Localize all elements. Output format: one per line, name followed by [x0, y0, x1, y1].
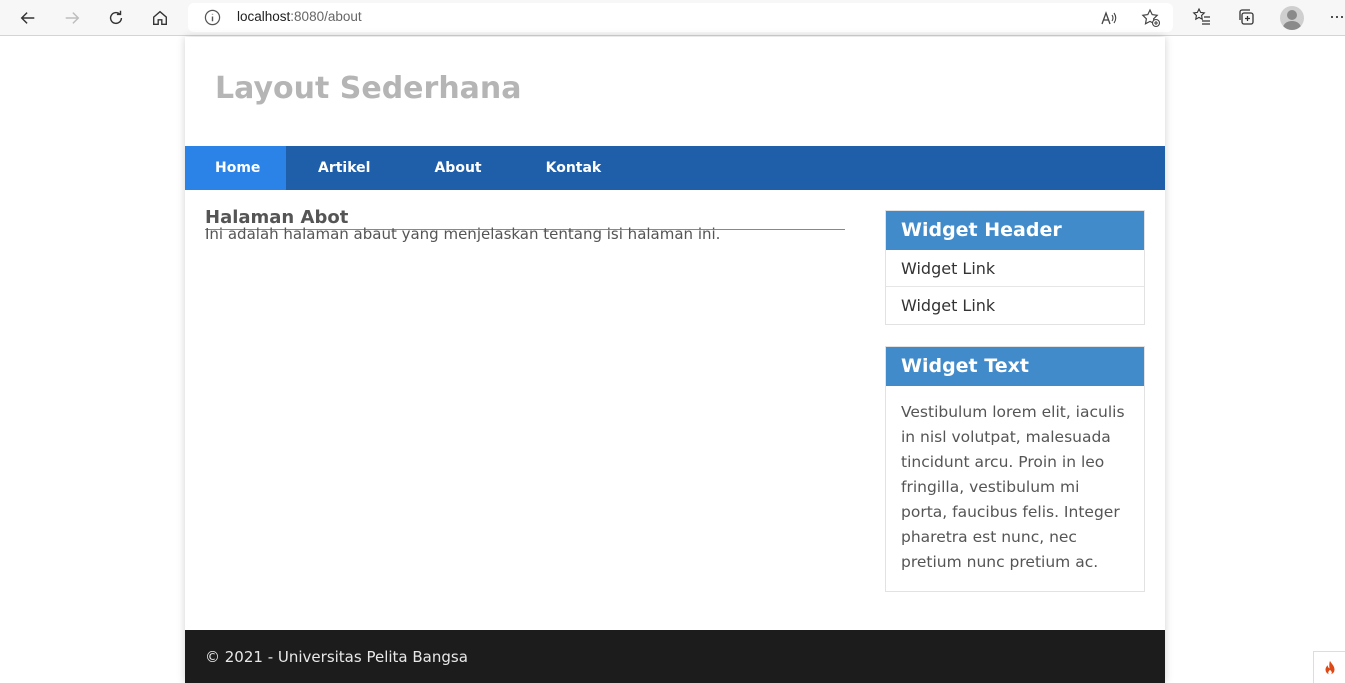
forward-button[interactable] — [59, 5, 85, 31]
main-content: Halaman Abot Ini adalah halaman abaut ya… — [205, 207, 845, 244]
codeigniter-debug-toolbar[interactable] — [1313, 651, 1345, 683]
address-bar[interactable]: localhost:8080/about — [188, 3, 1173, 32]
back-button[interactable] — [15, 5, 41, 31]
avatar-head — [1287, 10, 1297, 20]
page-body-text: Ini adalah halaman abaut yang menjelaska… — [205, 225, 721, 243]
home-button[interactable] — [147, 5, 173, 31]
read-aloud-icon[interactable] — [1100, 9, 1118, 27]
page-container: Layout Sederhana Home Artikel About Kont… — [185, 37, 1165, 683]
more-menu-icon[interactable]: ··· — [1329, 6, 1345, 27]
nav-home[interactable]: Home — [185, 146, 286, 190]
widget-text: Widget Text Vestibulum lorem elit, iacul… — [885, 346, 1145, 592]
arrow-left-icon — [20, 12, 35, 24]
home-icon — [153, 10, 167, 25]
widget-text-title: Widget Text — [886, 347, 1144, 386]
sidebar: Widget Header Widget Link Widget Link Wi… — [885, 210, 1145, 592]
add-favorite-icon[interactable] — [1141, 8, 1161, 28]
reload-button[interactable] — [103, 5, 129, 31]
widget-link-1[interactable]: Widget Link — [886, 250, 1144, 287]
main-navigation: Home Artikel About Kontak — [185, 146, 1165, 190]
site-footer: © 2021 - Universitas Pelita Bangsa — [185, 630, 1165, 683]
url-text[interactable]: localhost:8080/about — [237, 9, 362, 24]
info-icon[interactable] — [204, 9, 221, 26]
widget-text-body: Vestibulum lorem elit, iaculis in nisl v… — [901, 403, 1125, 571]
collections-icon — [1239, 9, 1254, 25]
widget-link-2[interactable]: Widget Link — [886, 287, 1144, 324]
avatar-body — [1283, 21, 1301, 30]
nav-artikel[interactable]: Artikel — [286, 146, 402, 190]
url-host: localhost — [237, 9, 291, 24]
nav-about[interactable]: About — [402, 146, 513, 190]
favorites-button[interactable] — [1191, 6, 1213, 28]
widget-header-title: Widget Header — [886, 211, 1144, 250]
site-title: Layout Sederhana — [215, 71, 522, 106]
flame-icon — [1325, 660, 1334, 674]
reload-icon — [109, 10, 123, 25]
widget-links: Widget Header Widget Link Widget Link — [885, 210, 1145, 325]
collections-button[interactable] — [1235, 6, 1257, 28]
profile-avatar[interactable] — [1280, 6, 1304, 30]
browser-toolbar: localhost:8080/about ··· — [0, 0, 1345, 36]
site-header: Layout Sederhana — [185, 37, 1165, 146]
nav-kontak[interactable]: Kontak — [514, 146, 634, 190]
arrow-right-icon — [65, 12, 80, 24]
favorites-list-icon — [1192, 7, 1210, 25]
footer-copyright: © 2021 - Universitas Pelita Bangsa — [205, 648, 468, 666]
url-path: :8080/about — [290, 9, 362, 24]
